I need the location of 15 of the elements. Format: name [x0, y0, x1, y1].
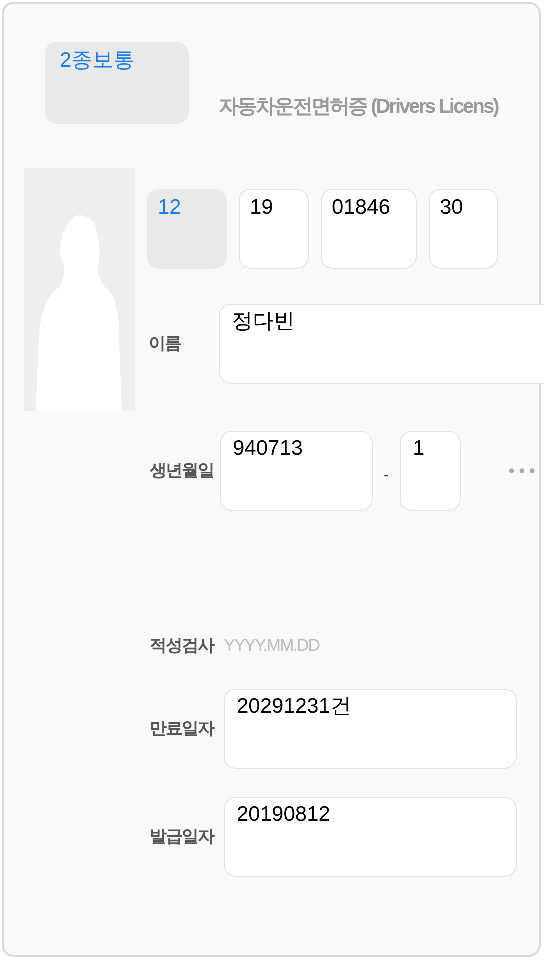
field-label: 만료일자 — [150, 718, 216, 740]
input-field[interactable]: 정다빈 — [219, 304, 544, 384]
number-field[interactable]: 19 — [239, 189, 309, 269]
number-field[interactable]: 30 — [429, 189, 498, 269]
field-label: 적성검사 — [150, 635, 216, 657]
input-field[interactable]: 940713 — [220, 431, 373, 511]
input-field[interactable]: 20190812 — [224, 796, 517, 876]
input-field[interactable]: 20291231건 — [224, 688, 517, 768]
separator: - — [384, 466, 389, 486]
input-field[interactable]: 1 — [400, 431, 461, 511]
field-label: 발급일자 — [150, 826, 216, 848]
field-label: 이름 — [149, 333, 182, 356]
card-title: 자동차운전면허증 (Drivers Licens) — [219, 95, 498, 120]
number-field[interactable]: 01846 — [321, 189, 417, 269]
field-label: 생년월일 — [150, 460, 215, 482]
